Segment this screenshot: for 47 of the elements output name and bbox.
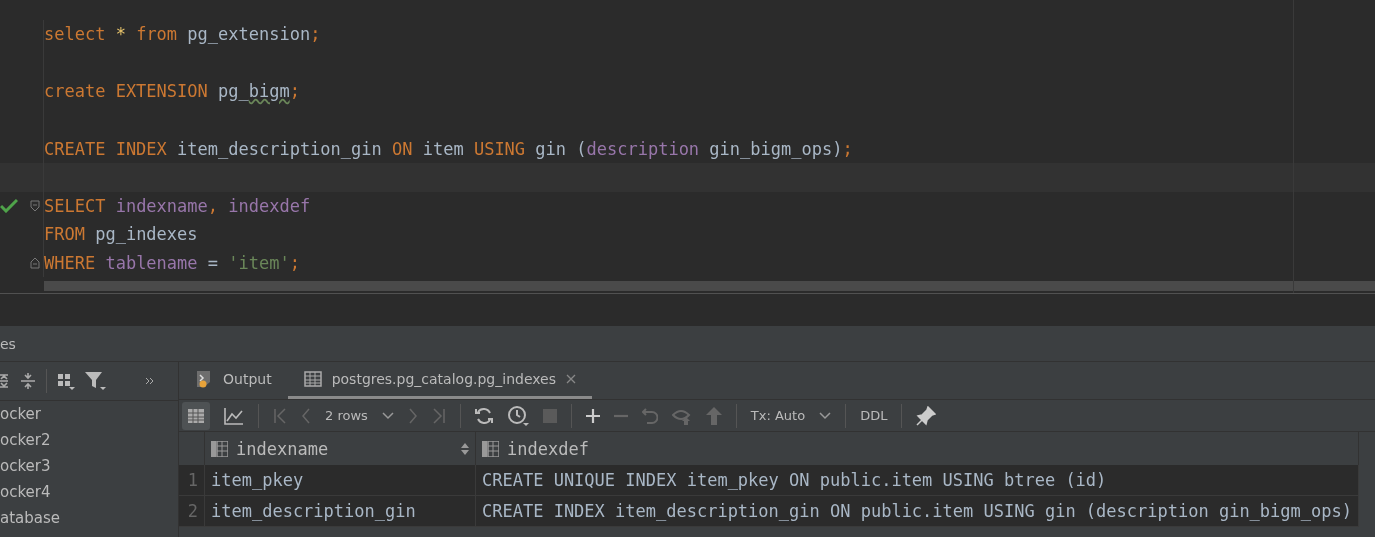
rows-dropdown[interactable]: 2 rows [325,408,368,423]
scrollbar[interactable] [44,281,1375,292]
column-icon [211,440,228,457]
code-line: CREATE INDEX item_description_gin ON item USING gin (description gin_bigm_ops); [44,138,853,159]
table-cell: item_pkey [204,465,476,496]
column-icon [482,440,499,457]
table-cell: item_description_gin [204,495,476,527]
add-icon[interactable] [585,408,600,423]
tree-item[interactable]: ocker [0,401,178,427]
panel-title: es [0,335,16,352]
tree-item[interactable]: ocker3 [0,453,178,479]
close-icon[interactable] [566,374,577,384]
filter-icon[interactable] [85,371,107,391]
code-line: select * from pg_extension; [44,24,321,45]
table-icon [187,407,205,424]
code-line: create EXTENSION pg_bigm; [44,81,300,102]
tree-item[interactable]: ocker2 [0,427,178,453]
tab[interactable]: postgres.pg_catalog.pg_indexes [287,362,593,399]
tree-item[interactable]: ocker4 [0,479,178,505]
code-line: SELECT indexname, indexdef [44,195,311,216]
more-icon[interactable] [145,376,155,386]
row-number: 1 [179,465,205,496]
pin-icon[interactable] [916,405,937,426]
column-header[interactable]: indexname [204,432,476,465]
sort-icon[interactable] [461,442,469,455]
grid-icon[interactable] [57,372,75,390]
console-icon [195,370,213,388]
table-cell: CREATE INDEX item_description_gin ON public.item USING gin (description gin_bigm_ops) [475,495,1359,527]
clock-icon[interactable] [506,404,529,427]
chart-icon[interactable] [224,406,244,425]
ddl-button[interactable]: DDL [860,408,888,423]
code-line: FROM pg_indexes [44,224,198,245]
chevron-down-icon[interactable] [381,411,394,420]
chevron-down-icon[interactable] [819,411,832,420]
transaction-dropdown[interactable]: Tx: Auto [750,408,806,423]
tree-item[interactable]: atabase [0,505,178,531]
column-header[interactable]: indexdef [475,432,1359,465]
table-view-button[interactable] [182,401,210,430]
code-line: WHERE tablename = 'item'; [44,253,300,274]
fold-icon[interactable] [30,257,40,270]
row-number: 2 [179,495,205,527]
table-icon [303,371,322,387]
table-cell: CREATE UNIQUE INDEX item_pkey ON public.item USING btree (id) [475,465,1359,496]
refresh-icon[interactable] [474,406,493,425]
fold-icon[interactable] [30,199,40,212]
collapse-icon[interactable] [20,373,36,389]
tab[interactable]: Output [179,362,288,399]
